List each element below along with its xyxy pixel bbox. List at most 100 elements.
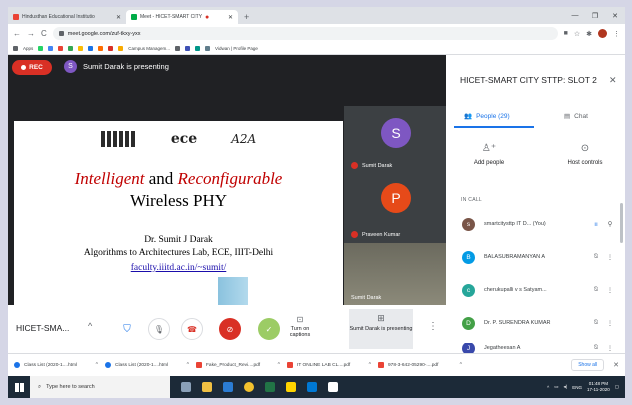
notifications-icon[interactable]: ▢: [615, 384, 619, 390]
participant-tile[interactable]: P Praveen Kumar: [344, 174, 446, 243]
tab-hindusthan[interactable]: Hindusthan Educational Institutio ✕: [8, 10, 126, 24]
present-icon: ⊞: [377, 313, 385, 323]
close-window-icon[interactable]: ✕: [605, 12, 625, 20]
mic-off-icon: ⍉: [594, 253, 598, 260]
participant-row[interactable]: s smartcitysttp IT D... (You) ıı ⚲: [462, 215, 617, 233]
chevron-up-icon[interactable]: ^: [278, 362, 280, 368]
meeting-name[interactable]: HICET-SMA...: [16, 323, 69, 333]
minimize-icon[interactable]: —: [565, 12, 585, 19]
download-item[interactable]: Class List (2020-1....html ^: [14, 358, 102, 373]
sticky-notes-icon[interactable]: [286, 382, 296, 392]
host-controls-button[interactable]: ⊙ Host controls: [554, 143, 616, 166]
bookmark-icon[interactable]: [108, 46, 114, 51]
word-icon[interactable]: [223, 382, 233, 392]
pin-icon[interactable]: ⚲: [603, 220, 617, 228]
camera-icon[interactable]: ■: [564, 30, 568, 37]
participant-row[interactable]: B BALASUBRAMANYAN A ⍉ ⋮: [462, 248, 617, 266]
tab-people[interactable]: 👥 People (29): [464, 112, 510, 121]
show-all-button[interactable]: Show all: [571, 359, 605, 371]
bookmark-apps[interactable]: Apps: [23, 46, 33, 51]
add-person-icon: ♙⁺: [481, 143, 497, 154]
chevron-up-icon[interactable]: ^: [369, 362, 371, 368]
bookmark-icon[interactable]: [68, 46, 74, 51]
task-view-icon[interactable]: [181, 382, 191, 392]
panel-title: HICET-SMART CITY STTP: SLOT 2: [460, 75, 597, 85]
bookmark-icon[interactable]: [195, 46, 201, 51]
slide-url: faculty.iiitd.ac.in/~sumit/: [130, 263, 227, 273]
network-icon[interactable]: ▭: [554, 384, 558, 390]
close-icon[interactable]: ✕: [228, 14, 233, 21]
bookmark-icon[interactable]: [88, 46, 94, 51]
download-item[interactable]: Fake_Product_Revi....pdf ^: [196, 358, 284, 373]
chevron-up-icon[interactable]: ^: [460, 362, 462, 368]
chrome-icon[interactable]: [244, 382, 254, 392]
bookmark-icon[interactable]: [58, 46, 64, 51]
menu-icon[interactable]: ⋮: [613, 30, 620, 38]
more-options-icon[interactable]: ⋮: [428, 321, 438, 332]
back-icon[interactable]: ←: [13, 29, 21, 38]
more-icon[interactable]: ⋮: [603, 344, 617, 352]
link-icon[interactable]: [48, 46, 54, 51]
more-icon[interactable]: ⋮: [603, 286, 617, 294]
windows-start-button[interactable]: [8, 382, 30, 392]
app-icon[interactable]: [307, 382, 317, 392]
star-icon[interactable]: ☆: [574, 30, 580, 38]
file-explorer-icon[interactable]: [202, 382, 212, 392]
camera-off-button[interactable]: ⊘: [219, 318, 241, 340]
whatsapp-icon[interactable]: [38, 46, 44, 51]
captions-button[interactable]: ⊡ Turn on captions: [280, 315, 320, 338]
bookmark-campus[interactable]: Campus Managem...: [128, 46, 170, 51]
close-icon[interactable]: ✕: [116, 14, 121, 21]
participant-row[interactable]: c cherukupalli v s Satyam... ⍉ ⋮: [462, 281, 617, 299]
excel-icon[interactable]: [265, 382, 275, 392]
download-name: Class List (2020-1....html: [24, 362, 78, 368]
tab-chat[interactable]: ▤ Chat: [564, 112, 588, 121]
paint-icon[interactable]: [328, 382, 338, 392]
tile-name: Praveen Kumar: [351, 231, 400, 238]
more-icon[interactable]: ⋮: [603, 319, 617, 327]
download-item[interactable]: IT ONLINE LAB CL....pdf ^: [287, 358, 375, 373]
chevron-up-icon[interactable]: ^: [88, 321, 92, 331]
download-name: IT ONLINE LAB CL....pdf: [297, 362, 351, 368]
bookmark-icon[interactable]: [78, 46, 84, 51]
check-icon[interactable]: ✓: [258, 318, 280, 340]
close-icon[interactable]: ✕: [609, 75, 617, 86]
participant-row[interactable]: D Dr. P. SURENDRA KUMAR ⍉ ⋮: [462, 314, 617, 332]
scrollbar[interactable]: [620, 203, 623, 243]
shield-icon[interactable]: ⛉: [116, 318, 138, 340]
clock[interactable]: 01:48 PM 17-11-2020: [587, 381, 610, 393]
chevron-up-icon[interactable]: ^: [96, 362, 98, 368]
hang-up-button[interactable]: ☎: [181, 318, 203, 340]
download-item[interactable]: 978-3-642-05290-....pdf ^: [378, 358, 466, 373]
chevron-up-icon[interactable]: ^: [187, 362, 189, 368]
mic-button[interactable]: 🎙: [148, 318, 170, 340]
bookmark-icon[interactable]: [175, 46, 181, 51]
mic-off-icon: ⍉: [594, 344, 598, 351]
avatar[interactable]: [598, 29, 607, 38]
download-item[interactable]: Class List (2020-1....html ^: [105, 358, 193, 373]
title-word: Intelligent: [74, 169, 145, 188]
bookmark-icon[interactable]: [185, 46, 191, 51]
participant-tile[interactable]: S Sumit Darak: [344, 106, 446, 174]
present-button[interactable]: ⊞ Sumit Darak is presenting: [349, 309, 413, 349]
reload-icon[interactable]: C: [41, 29, 47, 38]
campus-icon: [118, 46, 124, 51]
volume-icon[interactable]: ◂): [564, 384, 568, 390]
maximize-icon[interactable]: ❐: [585, 12, 605, 20]
url-input[interactable]: meet.google.com/zuf-tkxy-yxx: [52, 27, 558, 40]
bookmark-icon[interactable]: [98, 46, 104, 51]
add-people-button[interactable]: ♙⁺ Add people: [458, 143, 520, 166]
bookmark-vidwan[interactable]: Vidwan | Profile Page: [215, 46, 258, 51]
new-tab-button[interactable]: +: [238, 10, 255, 24]
participant-row[interactable]: J Jegatheesan A ⍉ ⋮: [462, 343, 617, 353]
forward-icon[interactable]: →: [27, 29, 35, 38]
participant-tile-video[interactable]: Sumit Darak: [344, 243, 446, 306]
taskbar-search[interactable]: ⌕ Type here to search: [30, 376, 170, 398]
chevron-up-icon[interactable]: ^: [547, 385, 549, 390]
tab-meet[interactable]: Meet - HICET-SMART CITY ● ✕: [126, 10, 238, 24]
close-icon[interactable]: ✕: [613, 361, 619, 369]
extensions-icon[interactable]: ✱: [586, 30, 592, 38]
apps-icon[interactable]: [13, 46, 18, 51]
language-indicator[interactable]: ENG: [572, 385, 582, 390]
more-icon[interactable]: ⋮: [603, 253, 617, 261]
